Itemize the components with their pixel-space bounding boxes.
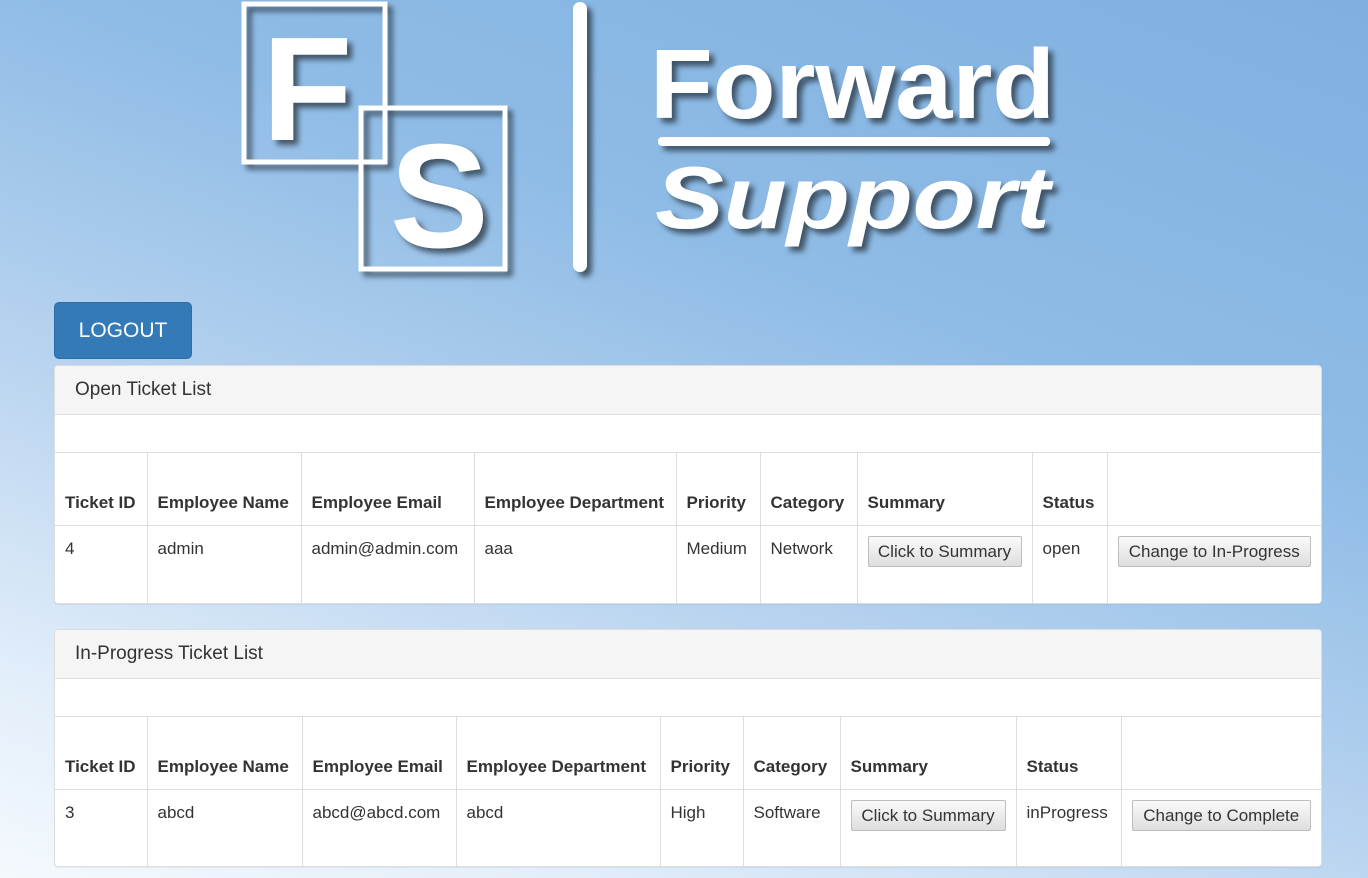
logo-word-support: Support [655,148,1054,247]
open-ticket-table: Ticket ID Employee Name Employee Email E… [55,453,1321,603]
cell-action: Change to Complete [1121,789,1321,866]
change-to-in-progress-button[interactable]: Change to In-Progress [1117,535,1311,567]
cell-summary: Click to Summary [840,789,1017,866]
col-category: Category [743,717,841,790]
cell-employee-department: aaa [474,525,677,603]
cell-employee-name: abcd [147,789,303,866]
open-ticket-panel-title: Open Ticket List [55,366,1321,415]
logo-word-forward: Forward [650,29,1055,139]
cell-priority: Medium [676,525,761,603]
col-employee-name: Employee Name [147,717,303,790]
col-ticket-id: Ticket ID [55,717,148,790]
open-ticket-panel: Open Ticket List Ticket ID Employee Name… [54,365,1322,604]
cell-summary: Click to Summary [857,525,1033,603]
col-employee-email: Employee Email [301,453,475,526]
col-priority: Priority [676,453,761,526]
panel-spacer [55,679,1321,717]
cell-priority: High [660,789,744,866]
col-employee-name: Employee Name [147,453,302,526]
table-row: 4 admin admin@admin.com aaa Medium Netwo… [55,525,1321,603]
table-header-row: Ticket ID Employee Name Employee Email E… [55,717,1321,790]
inprogress-ticket-panel: In-Progress Ticket List Ticket ID Employ… [54,629,1322,867]
col-summary: Summary [840,717,1017,790]
col-employee-email: Employee Email [302,717,457,790]
cell-status: open [1032,525,1108,603]
cell-ticket-id: 4 [55,525,148,603]
col-category: Category [760,453,858,526]
inprogress-ticket-panel-title: In-Progress Ticket List [55,630,1321,679]
change-to-complete-button[interactable]: Change to Complete [1131,799,1311,831]
col-ticket-id: Ticket ID [55,453,148,526]
click-to-summary-button[interactable]: Click to Summary [867,535,1022,567]
col-employee-department: Employee Department [474,453,677,526]
inprogress-ticket-table: Ticket ID Employee Name Employee Email E… [55,717,1321,866]
col-status: Status [1016,717,1122,790]
col-employee-department: Employee Department [456,717,661,790]
logout-button[interactable]: LOGOUT [54,302,192,359]
table-row: 3 abcd abcd@abcd.com abcd High Software … [55,789,1321,866]
cell-employee-department: abcd [456,789,661,866]
col-summary: Summary [857,453,1033,526]
cell-category: Network [760,525,858,603]
logo-letter-f: F [262,7,352,172]
col-action [1121,717,1321,790]
col-priority: Priority [660,717,744,790]
col-action [1107,453,1321,526]
logo-letter-s: S [390,114,489,279]
col-status: Status [1032,453,1108,526]
cell-employee-email: admin@admin.com [301,525,475,603]
table-header-row: Ticket ID Employee Name Employee Email E… [55,453,1321,526]
cell-ticket-id: 3 [55,789,148,866]
cell-employee-email: abcd@abcd.com [302,789,457,866]
forward-support-logo: F S Forward Support [241,1,1055,279]
cell-employee-name: admin [147,525,302,603]
cell-status: inProgress [1016,789,1122,866]
cell-category: Software [743,789,841,866]
panel-spacer [55,415,1321,453]
cell-action: Change to In-Progress [1107,525,1321,603]
click-to-summary-button[interactable]: Click to Summary [850,799,1006,831]
